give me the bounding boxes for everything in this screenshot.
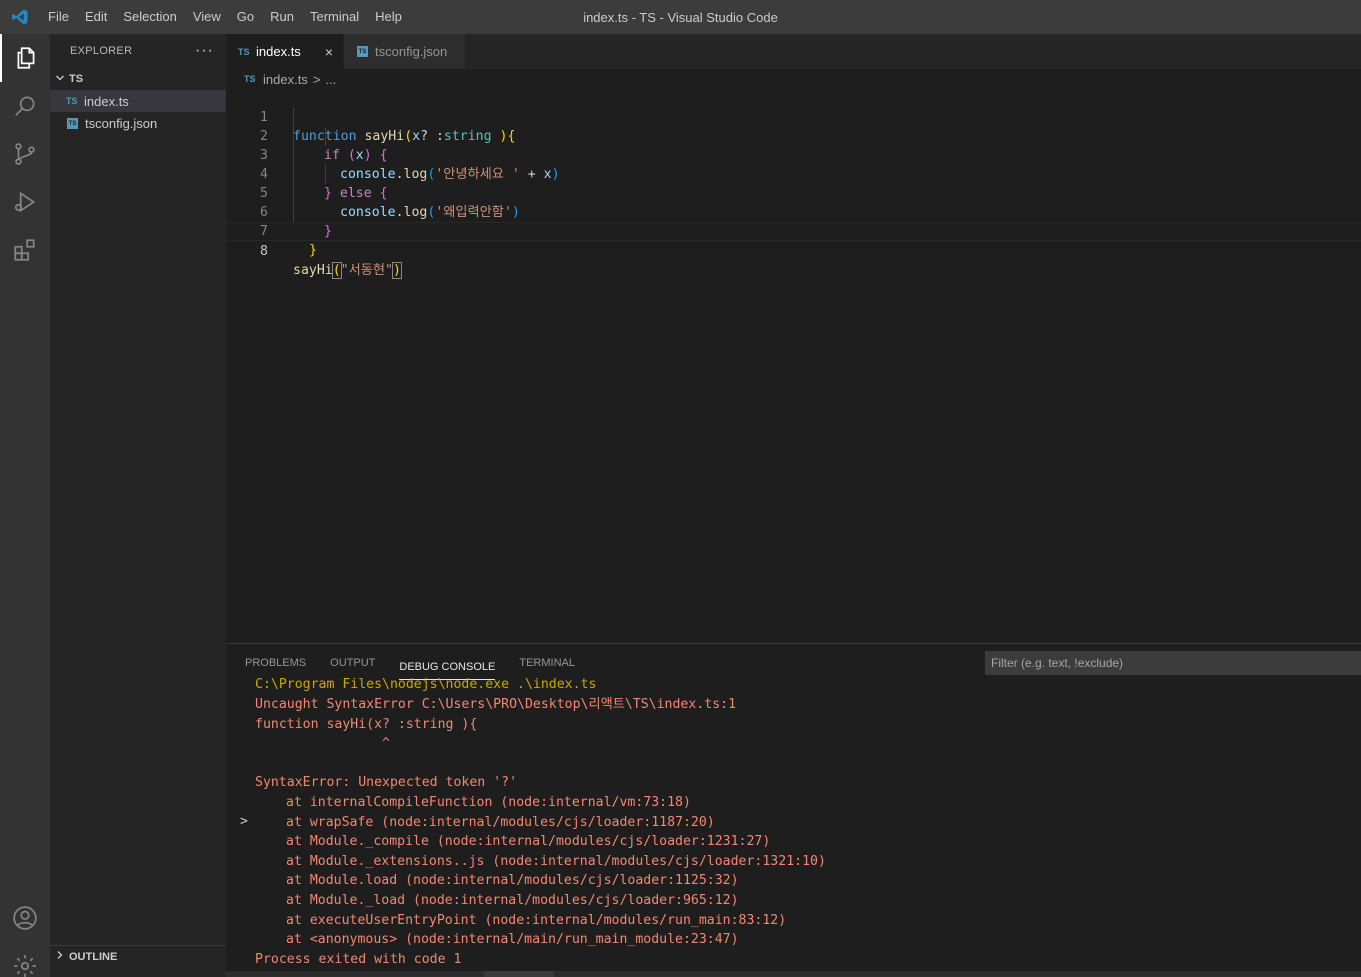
menu-go[interactable]: Go — [229, 0, 262, 34]
activity-bar — [0, 34, 50, 977]
code-line: 6 } — [226, 184, 1361, 239]
file-label: tsconfig.json — [85, 115, 158, 131]
breadcrumb-more[interactable]: ... — [325, 72, 336, 87]
string: "서동현" — [340, 263, 393, 278]
console-line: at internalCompileFunction (node:interna… — [286, 795, 691, 810]
run-debug-icon[interactable] — [0, 178, 50, 226]
console-line: Process exited with code 1 — [255, 952, 462, 967]
line-number: 8 — [260, 244, 268, 259]
bottom-panel: PROBLEMS OUTPUT DEBUG CONSOLE TERMINAL F… — [226, 643, 1361, 977]
breadcrumb-file[interactable]: index.ts — [263, 72, 308, 87]
console-line: at Module._compile (node:internal/module… — [286, 834, 771, 849]
source-control-icon[interactable] — [0, 130, 50, 178]
file-label: index.ts — [84, 93, 129, 109]
tab-label: tsconfig.json — [375, 44, 448, 59]
title-bar: File Edit Selection View Go Run Terminal… — [0, 0, 1361, 34]
typescript-file-icon: TS — [244, 74, 256, 84]
menu-terminal[interactable]: Terminal — [302, 0, 367, 34]
extensions-icon[interactable] — [0, 226, 50, 274]
close-icon[interactable]: × — [325, 44, 333, 60]
breadcrumb-separator-icon: > — [312, 71, 321, 87]
menu-run[interactable]: Run — [262, 0, 302, 34]
menu-bar: File Edit Selection View Go Run Terminal… — [40, 0, 410, 34]
outline-section[interactable]: OUTLINE — [50, 945, 226, 967]
more-actions-icon[interactable]: ··· — [195, 42, 214, 60]
menu-file[interactable]: File — [40, 0, 77, 34]
chevron-right-icon[interactable]: > — [240, 814, 248, 829]
explorer-sidebar: EXPLORER ··· TS TS index.ts TS tsconfig.… — [50, 34, 226, 977]
menu-view[interactable]: View — [185, 0, 229, 34]
console-filter-input[interactable]: Filter (e.g. text, !exclude) — [985, 651, 1361, 675]
console-line: at Module._load (node:internal/modules/c… — [286, 893, 739, 908]
code-line: 2 if (x) { — [226, 108, 1361, 163]
tab-index-ts[interactable]: TS index.ts × — [226, 34, 344, 69]
vscode-logo-icon — [0, 0, 40, 34]
paren: ) — [391, 262, 402, 279]
menu-edit[interactable]: Edit — [77, 0, 115, 34]
code-line-current: 8 sayHi("서동현") — [226, 222, 1361, 279]
console-line: C:\Program Files\nodejs\node.exe .\index… — [255, 677, 597, 692]
settings-gear-icon[interactable] — [0, 942, 50, 977]
typescript-file-icon: TS — [66, 96, 78, 106]
menu-help[interactable]: Help — [367, 0, 410, 34]
status-bar — [226, 971, 1361, 977]
chevron-right-icon — [55, 950, 69, 963]
tab-label: index.ts — [256, 44, 301, 59]
folder-label: TS — [69, 73, 84, 85]
console-line: Uncaught SyntaxError C:\Users\PRO\Deskto… — [255, 697, 737, 712]
code-line: 7 } — [226, 203, 1361, 258]
console-line: function sayHi(x? :string ){ — [255, 717, 478, 732]
tsconfig-file-icon: TS — [67, 117, 78, 129]
explorer-title: EXPLORER — [70, 45, 133, 57]
status-item — [484, 971, 554, 977]
menu-selection[interactable]: Selection — [115, 0, 184, 34]
brace: } — [309, 243, 317, 258]
function-call: sayHi — [293, 263, 333, 278]
code-line: 1 function sayHi(x? :string ){ — [226, 89, 1361, 144]
code-editor[interactable]: 1 function sayHi(x? :string ){ 2 if (x) … — [226, 89, 1361, 642]
breadcrumb: TS index.ts > ... — [226, 69, 1361, 89]
folder-ts[interactable]: TS — [50, 68, 226, 90]
console-line: at <anonymous> (node:internal/main/run_m… — [286, 932, 739, 947]
console-line: at Module._extensions..js (node:internal… — [286, 854, 826, 869]
search-icon[interactable] — [0, 82, 50, 130]
chevron-down-icon — [55, 73, 69, 86]
code-line: 5 console.log('왜입력안함') — [226, 165, 1361, 220]
console-line: at Module.load (node:internal/modules/cj… — [286, 873, 739, 888]
editor-tabs: TS index.ts × TS tsconfig.json — [226, 34, 1361, 69]
file-index-ts[interactable]: TS index.ts — [50, 90, 226, 112]
console-line: ^ — [255, 736, 390, 751]
typescript-file-icon: TS — [238, 46, 250, 57]
tsconfig-file-icon: TS — [357, 46, 368, 57]
paren: ( — [331, 262, 342, 279]
outline-label: OUTLINE — [69, 950, 118, 963]
files-icon[interactable] — [0, 34, 50, 82]
console-line: at executeUserEntryPoint (node:internal/… — [286, 913, 787, 928]
tab-tsconfig-json[interactable]: TS tsconfig.json — [344, 34, 466, 69]
account-icon[interactable] — [0, 894, 50, 942]
file-tsconfig-json[interactable]: TS tsconfig.json — [50, 112, 226, 134]
code-line: 3 console.log('안녕하세요 ' + x) — [226, 127, 1361, 182]
code-line: 4 } else { — [226, 146, 1361, 201]
explorer-header: EXPLORER ··· — [50, 34, 226, 68]
console-line: SyntaxError: Unexpected token '?' — [255, 775, 518, 790]
console-line: at wrapSafe (node:internal/modules/cjs/l… — [286, 815, 715, 830]
